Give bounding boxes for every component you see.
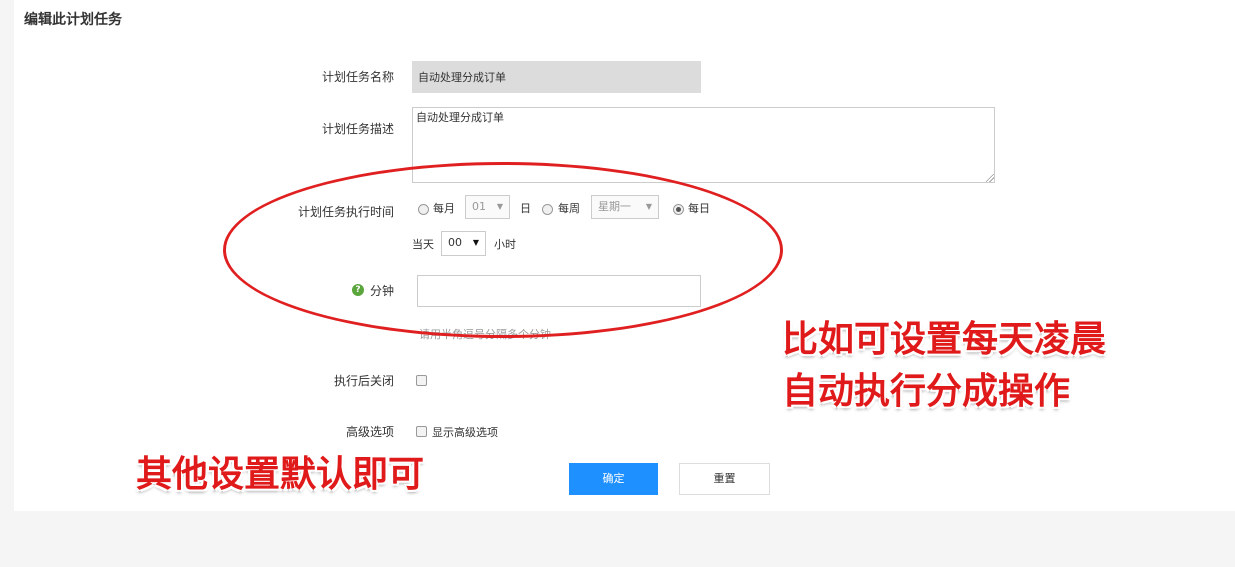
close-after-checkbox[interactable]	[416, 375, 427, 386]
confirm-button[interactable]: 确定	[569, 463, 658, 495]
advanced-checkbox[interactable]	[416, 426, 427, 437]
callout-left: 其他设置默认即可	[136, 454, 425, 495]
page-title: 编辑此计划任务	[24, 12, 122, 28]
name-label: 计划任务名称	[321, 70, 394, 84]
reset-button[interactable]: 重置	[679, 463, 770, 495]
task-name-input[interactable]	[412, 61, 701, 93]
highlight-ellipse	[223, 162, 783, 338]
advanced-checkbox-label: 显示高级选项	[432, 426, 498, 439]
close-after-label: 执行后关闭	[333, 374, 394, 388]
description-label: 计划任务描述	[321, 122, 394, 136]
callout-right-line2: 自动执行分成操作	[782, 371, 1071, 412]
advanced-label: 高级选项	[345, 425, 394, 439]
callout-right-line1: 比如可设置每天凌晨	[782, 319, 1107, 360]
resize-handle[interactable]	[986, 174, 994, 182]
